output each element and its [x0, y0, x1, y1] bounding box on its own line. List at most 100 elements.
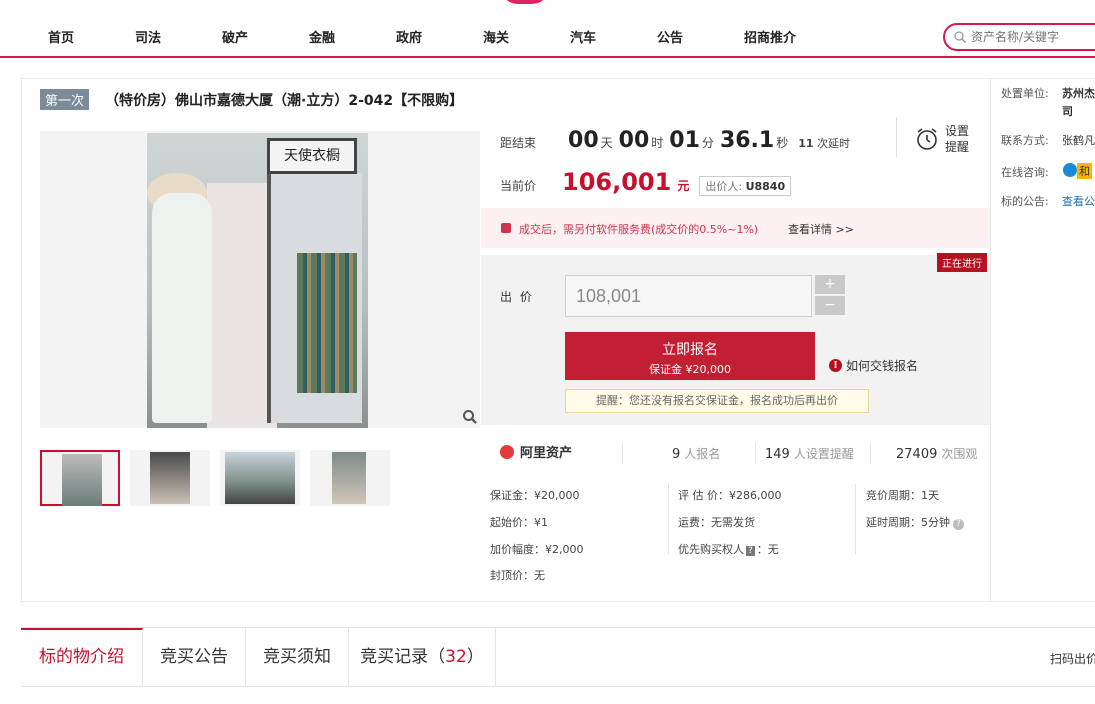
hours-unit: 时	[651, 136, 664, 150]
search-box[interactable]	[943, 23, 1095, 51]
how-to-pay-label: 如何交钱报名	[846, 359, 919, 373]
appraisal-info: 评 估 价：¥286,000	[678, 489, 782, 502]
shipping-info: 运费：无需发货	[678, 516, 755, 529]
bidder-badge: 出价人: U8840	[699, 176, 792, 196]
view-count: 27409 次围观	[896, 445, 977, 462]
signup-deposit: 保证金 ¥20,000	[649, 363, 731, 376]
nav-item-judicial[interactable]: 司法	[135, 27, 161, 46]
signups-number: 9	[672, 447, 681, 462]
delay-info: 延时周期：5分钟?	[866, 514, 964, 530]
details-divider-2	[855, 484, 856, 554]
deposit-info: 保证金：¥20,000	[490, 489, 580, 502]
nav-item-bankruptcy[interactable]: 破产	[222, 27, 248, 46]
notice-details-link[interactable]: 查看详情 >>	[788, 221, 854, 237]
priority-info: 优先购买权人? ：无	[678, 541, 779, 557]
nav-item-customs[interactable]: 海关	[483, 27, 509, 46]
signup-label: 立即报名	[662, 342, 718, 358]
alarm-clock-icon	[917, 128, 937, 150]
extension-label: 次延时	[817, 137, 851, 150]
side-notice-link[interactable]: 查看公	[1062, 193, 1095, 209]
auction-title-row: 第一次 （特价房）佛山市嘉德大厦（潮·立方）2-042【不限购】	[40, 89, 463, 110]
help-icon[interactable]: ?	[953, 519, 964, 530]
platform-logo: 阿里资产	[500, 442, 572, 461]
round-tag: 第一次	[40, 89, 90, 110]
tab-records[interactable]: 竞买记录（32）	[349, 628, 496, 686]
nav-item-government[interactable]: 政府	[396, 27, 422, 46]
cycle-info: 竞价周期：1天	[866, 489, 939, 502]
signup-button[interactable]: 立即报名 保证金 ¥20,000	[565, 332, 815, 380]
detail-tabs: 标的物介绍 竞买公告 竞买须知 竞买记录（32）	[21, 627, 1095, 687]
thumbnail-1[interactable]	[40, 450, 120, 506]
stats-divider-3	[870, 442, 871, 464]
extension-count: 11 次延时	[798, 135, 850, 151]
thumbnail-4[interactable]	[310, 450, 390, 506]
chat-icon[interactable]	[1063, 163, 1077, 177]
stats-divider-2	[755, 442, 756, 464]
deposit-tip: 提醒：您还没有报名交保证金，报名成功后再出价	[565, 389, 869, 413]
nav-item-finance[interactable]: 金融	[309, 27, 335, 46]
reminder-label: 设置 提醒	[945, 123, 969, 155]
platform-name: 阿里资产	[520, 446, 573, 461]
priority-help-badge[interactable]: ?	[746, 546, 755, 556]
days-unit: 天	[600, 136, 613, 150]
main-image-viewer[interactable]: 天使衣橱	[40, 131, 480, 428]
photo-clothes-rack	[297, 253, 357, 393]
details-divider-1	[668, 484, 669, 554]
increment-info: 加价幅度：¥2,000	[490, 543, 584, 556]
thumbnail-3[interactable]	[220, 450, 300, 506]
reminder-line1: 设置	[945, 124, 970, 138]
bid-increase-button[interactable]: +	[815, 275, 845, 294]
auction-stats: 阿里资产 9 人报名 149 人设置提醒 27409 次围观	[500, 442, 980, 466]
countdown-days: 00	[568, 128, 599, 153]
price-label: 当前价	[500, 179, 537, 193]
search-icon	[954, 31, 966, 43]
tab-announcement[interactable]: 竞买公告	[143, 628, 246, 686]
ali-logo-icon	[500, 444, 514, 459]
bidder-id: U8840	[745, 180, 786, 193]
seconds-unit: 秒	[776, 136, 789, 150]
views-number: 27409	[896, 447, 938, 462]
side-contact-value: 张鹤凡	[1062, 134, 1095, 147]
minutes-unit: 分	[701, 136, 714, 150]
countdown-label: 距结束	[500, 136, 537, 150]
zoom-icon[interactable]	[462, 409, 478, 425]
delay-label: 延时周期：5分钟	[866, 516, 950, 529]
start-price-info: 起始价：¥1	[490, 516, 548, 529]
notice-text: 成交后，需另付软件服务费(成交价的0.5%~1%)	[519, 223, 759, 236]
bid-label: 出 价	[500, 290, 534, 304]
price-unit: 元	[677, 179, 690, 193]
signup-count: 9 人报名	[672, 445, 720, 462]
side-notice-label: 标的公告:	[1001, 195, 1049, 208]
reminders-number: 149	[765, 447, 790, 462]
scan-to-bid-link[interactable]: 扫码出价	[1050, 650, 1095, 667]
photo-shop-sign: 天使衣橱	[267, 138, 357, 174]
bid-input[interactable]	[565, 275, 812, 317]
set-reminder-button[interactable]: 设置 提醒	[896, 117, 986, 157]
photo-dress	[152, 193, 212, 423]
tab-item-intro[interactable]: 标的物介绍	[21, 628, 143, 686]
bid-decrease-button[interactable]: −	[815, 296, 845, 315]
signups-label: 人报名	[684, 447, 721, 461]
side-consult-badge[interactable]: 和	[1077, 163, 1092, 179]
how-to-pay-link[interactable]: ! 如何交钱报名	[829, 357, 918, 374]
price-amount: 106,001	[562, 168, 672, 196]
countdown-hours: 00	[618, 128, 650, 153]
nav-item-announcement[interactable]: 公告	[657, 27, 683, 46]
countdown-seconds: 36.1	[719, 128, 775, 153]
reminder-line2: 提醒	[945, 140, 970, 154]
status-badge: 正在进行	[937, 253, 987, 272]
tab-records-label: 竞买记录	[360, 647, 429, 667]
reminders-label: 人设置提醒	[793, 447, 854, 461]
side-consult-label: 在线咨询:	[1001, 166, 1049, 179]
thumbnail-2[interactable]	[130, 450, 210, 506]
nav-item-auto[interactable]: 汽车	[570, 27, 596, 46]
nav-item-investment[interactable]: 招商推介	[744, 27, 796, 46]
priority-label: 优先购买权人	[678, 543, 744, 556]
bidder-label: 出价人:	[705, 180, 743, 193]
search-input[interactable]	[971, 28, 1091, 46]
tab-instructions[interactable]: 竞买须知	[246, 628, 349, 686]
cap-price-info: 封顶价：无	[490, 569, 545, 582]
gift-icon	[501, 223, 511, 233]
nav-item-home[interactable]: 首页	[48, 27, 74, 46]
info-icon: !	[829, 359, 842, 372]
